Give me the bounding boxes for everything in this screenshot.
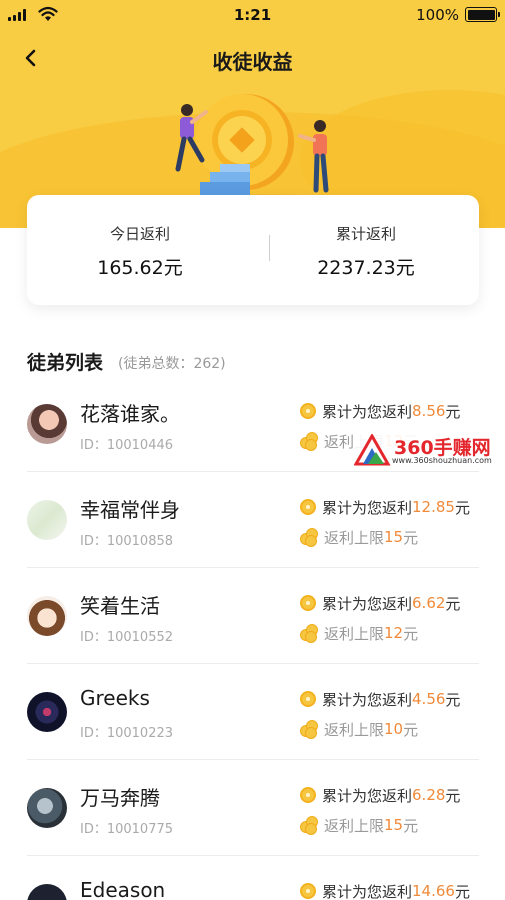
battery-percent: 100% — [416, 6, 459, 24]
watermark: 360手赚网 www.360shouzhuan.com — [354, 432, 502, 468]
watermark-logo — [354, 434, 391, 466]
earned-amount: 累计为您返利 6.62 元 — [300, 592, 460, 614]
earned-amount: 累计为您返利 12.85 元 — [300, 496, 470, 518]
disciple-name: Edeason — [80, 878, 166, 900]
earning-limit: 返利上限 10 元 — [300, 718, 418, 740]
earned-amount: 累计为您返利 14.66 元 — [300, 880, 470, 900]
coin-icon — [300, 787, 316, 803]
disciple-list-title: 徒弟列表 — [27, 352, 104, 374]
coin-icon — [300, 403, 316, 419]
avatar — [27, 404, 67, 444]
disciple-name: 花落谁家。 — [80, 402, 180, 426]
coins-stack-icon — [300, 720, 318, 739]
battery-icon — [465, 7, 500, 22]
earned-amount: 累计为您返利 6.28 元 — [300, 784, 460, 806]
total-earnings-label: 累计返利 — [335, 225, 396, 243]
earning-limit: 返利上限 15 元 — [300, 814, 418, 836]
avatar — [27, 884, 67, 900]
disciple-name: 万马奔腾 — [80, 786, 160, 810]
earned-amount: 累计为您返利 8.56 元 — [300, 400, 460, 422]
disciple-count: (徒弟总数：262) — [118, 356, 226, 372]
coins-stack-icon — [300, 624, 318, 643]
watermark-url: www.360shouzhuan.com — [392, 456, 492, 465]
today-earnings-value: 165.62元 — [97, 257, 183, 279]
disciple-id: ID：10010552 — [80, 630, 174, 645]
header-illustration — [175, 94, 335, 202]
avatar — [27, 500, 67, 540]
today-earnings: 今日返利 165.62元 — [27, 195, 253, 305]
coins-stack-icon — [300, 816, 318, 835]
disciple-name: 笑着生活 — [80, 594, 160, 618]
disciple-name: Greeks — [80, 686, 150, 710]
earnings-summary-card: 今日返利 165.62元 累计返利 2237.23元 — [27, 195, 479, 305]
status-bar: 1:21 100% — [0, 0, 505, 30]
total-earnings-value: 2237.23元 — [317, 257, 415, 279]
coin-icon — [300, 691, 316, 707]
earning-limit: 返利上限 15 元 — [300, 526, 418, 548]
coins-stack-icon — [300, 528, 318, 547]
earning-limit: 返利上限12元 — [300, 622, 418, 644]
disciple-id: ID：10010223 — [80, 726, 174, 741]
list-item[interactable]: 万马奔腾 ID：10010775 累计为您返利 6.28 元 返利上限 15 元 — [0, 760, 505, 856]
list-item[interactable]: Edeason 累计为您返利 14.66 元 — [0, 856, 505, 900]
avatar — [27, 692, 67, 732]
coin-icon — [300, 499, 316, 515]
avatar — [27, 596, 67, 636]
coin-icon — [300, 883, 316, 899]
disciple-name: 幸福常伴身 — [80, 498, 180, 522]
coins-stack-icon — [300, 432, 318, 451]
list-item[interactable]: Greeks ID：10010223 累计为您返利 4.56 元 返利上限 10 元 — [0, 664, 505, 760]
page-title: 收徒收益 — [212, 50, 293, 74]
nav-bar: 收徒收益 — [0, 40, 505, 80]
total-earnings: 累计返利 2237.23元 — [253, 195, 479, 305]
disciple-id: ID：10010858 — [80, 534, 174, 549]
avatar — [27, 788, 67, 828]
today-earnings-label: 今日返利 — [109, 225, 170, 243]
list-item[interactable]: 幸福常伴身 ID：10010858 累计为您返利 12.85 元 返利上限 15 元 — [0, 472, 505, 568]
disciple-id: ID：10010446 — [80, 438, 174, 453]
earned-amount: 累计为您返利 4.56 元 — [300, 688, 460, 710]
coin-icon — [300, 595, 316, 611]
list-item[interactable]: 笑着生活 ID：10010552 累计为您返利 6.62 元 返利上限 12 元 — [0, 568, 505, 664]
disciple-id: ID：10010775 — [80, 822, 174, 837]
